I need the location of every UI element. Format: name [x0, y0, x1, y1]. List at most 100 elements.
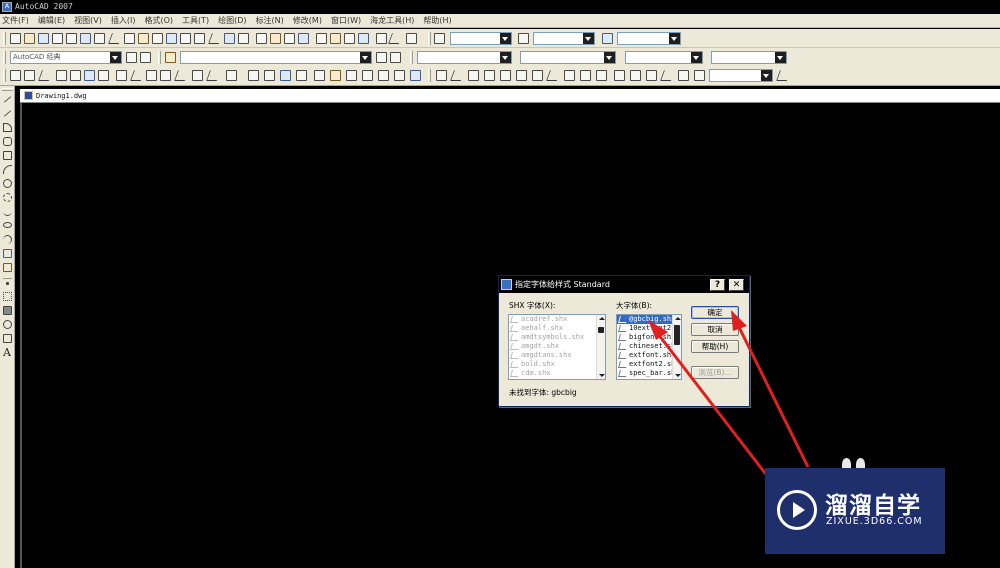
dim-jogged-icon[interactable]	[516, 70, 527, 81]
mirror-icon[interactable]	[37, 70, 54, 81]
erase-icon[interactable]	[10, 70, 21, 81]
save-icon[interactable]	[38, 33, 49, 44]
quick-select-icon[interactable]	[314, 70, 325, 81]
big-list-scrollbar[interactable]	[672, 315, 681, 379]
plot-preview-icon[interactable]	[66, 33, 77, 44]
break-icon[interactable]	[173, 70, 190, 81]
dim-icon[interactable]	[387, 33, 404, 44]
chamfer-icon[interactable]	[205, 70, 222, 81]
toolbar-grip[interactable]	[428, 69, 431, 82]
copy-icon[interactable]	[124, 33, 135, 44]
menu-modify[interactable]: 修改(M)	[293, 15, 322, 26]
3d-dwf-icon[interactable]	[94, 33, 105, 44]
scroll-down-icon[interactable]	[599, 374, 605, 377]
chevron-down-icon[interactable]	[583, 33, 594, 44]
dim-aligned-icon[interactable]	[449, 70, 466, 81]
menu-hailong-tools[interactable]: 海龙工具(H)	[370, 15, 414, 26]
drawing-window-title[interactable]: Drawing1.dwg	[20, 89, 1000, 103]
center-mark-icon[interactable]	[646, 70, 657, 81]
chevron-down-icon[interactable]	[500, 52, 511, 63]
dim-style-icon[interactable]	[518, 33, 529, 44]
dim-continue-icon[interactable]	[596, 70, 607, 81]
stretch-icon[interactable]	[129, 70, 146, 81]
dim-arc-icon[interactable]	[468, 70, 479, 81]
toolbar-grip[interactable]	[3, 69, 6, 82]
properties-icon[interactable]	[270, 33, 281, 44]
join-icon[interactable]	[192, 70, 203, 81]
make-current-layer-icon[interactable]	[376, 52, 387, 63]
trim-icon[interactable]	[146, 70, 157, 81]
dim-style-select[interactable]	[533, 32, 595, 45]
dim-update-icon[interactable]	[694, 70, 705, 81]
dim-edit-icon[interactable]	[659, 70, 676, 81]
table-icon[interactable]	[378, 70, 389, 81]
block-editor-icon[interactable]	[166, 33, 177, 44]
menu-help[interactable]: 帮助(H)	[423, 15, 451, 26]
table-style-icon[interactable]	[602, 33, 613, 44]
cut-icon[interactable]	[107, 33, 124, 44]
dim-diameter-icon[interactable]	[532, 70, 543, 81]
hatch-icon[interactable]	[362, 70, 373, 81]
list-item[interactable]: amdtsymbols.shx	[509, 333, 605, 342]
zoom-window-icon[interactable]	[238, 33, 249, 44]
pan-icon[interactable]	[207, 33, 224, 44]
toolbar-grip[interactable]	[428, 32, 431, 45]
toolbar-grip[interactable]	[410, 51, 413, 64]
offset-icon[interactable]	[56, 70, 67, 81]
dim-radius-icon[interactable]	[500, 70, 511, 81]
design-center-icon[interactable]	[284, 33, 295, 44]
list-item[interactable]: bold.shx	[509, 360, 605, 369]
menu-tools[interactable]: 工具(T)	[182, 15, 209, 26]
chevron-down-icon[interactable]	[604, 52, 615, 63]
extend-icon[interactable]	[160, 70, 171, 81]
match-properties-icon[interactable]	[152, 33, 163, 44]
explode-icon[interactable]	[248, 70, 259, 81]
arc-icon[interactable]	[3, 165, 12, 174]
chevron-down-icon[interactable]	[761, 70, 772, 81]
zoom-extents-icon[interactable]	[264, 70, 275, 81]
dim-ordinate-icon[interactable]	[484, 70, 495, 81]
fillet-icon[interactable]	[226, 70, 237, 81]
line-icon[interactable]	[3, 96, 12, 103]
spline-icon[interactable]	[3, 207, 12, 216]
scroll-thumb[interactable]	[674, 325, 680, 345]
chevron-down-icon[interactable]	[500, 33, 511, 44]
dim-angular-icon[interactable]	[545, 70, 562, 81]
toolbar-grip[interactable]	[3, 51, 6, 64]
table-icon[interactable]	[3, 334, 12, 343]
insert-block-icon[interactable]	[3, 249, 12, 258]
menu-edit[interactable]: 编辑(E)	[38, 15, 65, 26]
dim-style-toolbar-select[interactable]	[709, 69, 773, 82]
move-icon[interactable]	[84, 70, 95, 81]
construction-line-icon[interactable]	[3, 110, 12, 117]
quickcalc-icon[interactable]	[344, 33, 355, 44]
chevron-down-icon[interactable]	[775, 52, 786, 63]
dim-style-manager-icon[interactable]	[775, 70, 792, 81]
menu-draw[interactable]: 绘图(D)	[218, 15, 246, 26]
toolbar-grip[interactable]	[2, 88, 13, 91]
print-icon[interactable]	[52, 33, 63, 44]
shx-font-list[interactable]: acadref.shx aehalf.shx amdtsymbols.shx a…	[508, 314, 606, 380]
scroll-down-icon[interactable]	[675, 374, 681, 377]
scale-icon[interactable]	[116, 70, 127, 81]
revision-cloud-icon[interactable]	[3, 193, 12, 202]
dim-baseline-icon[interactable]	[580, 70, 591, 81]
close-button[interactable]: ✕	[729, 279, 744, 291]
layer-manager-icon[interactable]	[165, 52, 176, 63]
rectangle-icon[interactable]	[3, 151, 12, 160]
quick-dim-icon[interactable]	[564, 70, 575, 81]
scroll-up-icon[interactable]	[599, 317, 605, 320]
linetype-select[interactable]	[520, 51, 616, 64]
toolbar-grip[interactable]	[3, 32, 6, 45]
publish-icon[interactable]	[80, 33, 91, 44]
list-item[interactable]: acadref.shx	[509, 315, 605, 324]
dim-linear-icon[interactable]	[436, 70, 447, 81]
scroll-up-icon[interactable]	[675, 317, 681, 320]
scroll-thumb[interactable]	[598, 327, 604, 333]
menu-window[interactable]: 窗口(W)	[331, 15, 361, 26]
chevron-down-icon[interactable]	[360, 52, 371, 63]
zoom-realtime-icon[interactable]	[224, 33, 235, 44]
markup-icon[interactable]	[330, 33, 341, 44]
workspace-save-icon[interactable]	[140, 52, 151, 63]
chevron-down-icon[interactable]	[691, 52, 702, 63]
